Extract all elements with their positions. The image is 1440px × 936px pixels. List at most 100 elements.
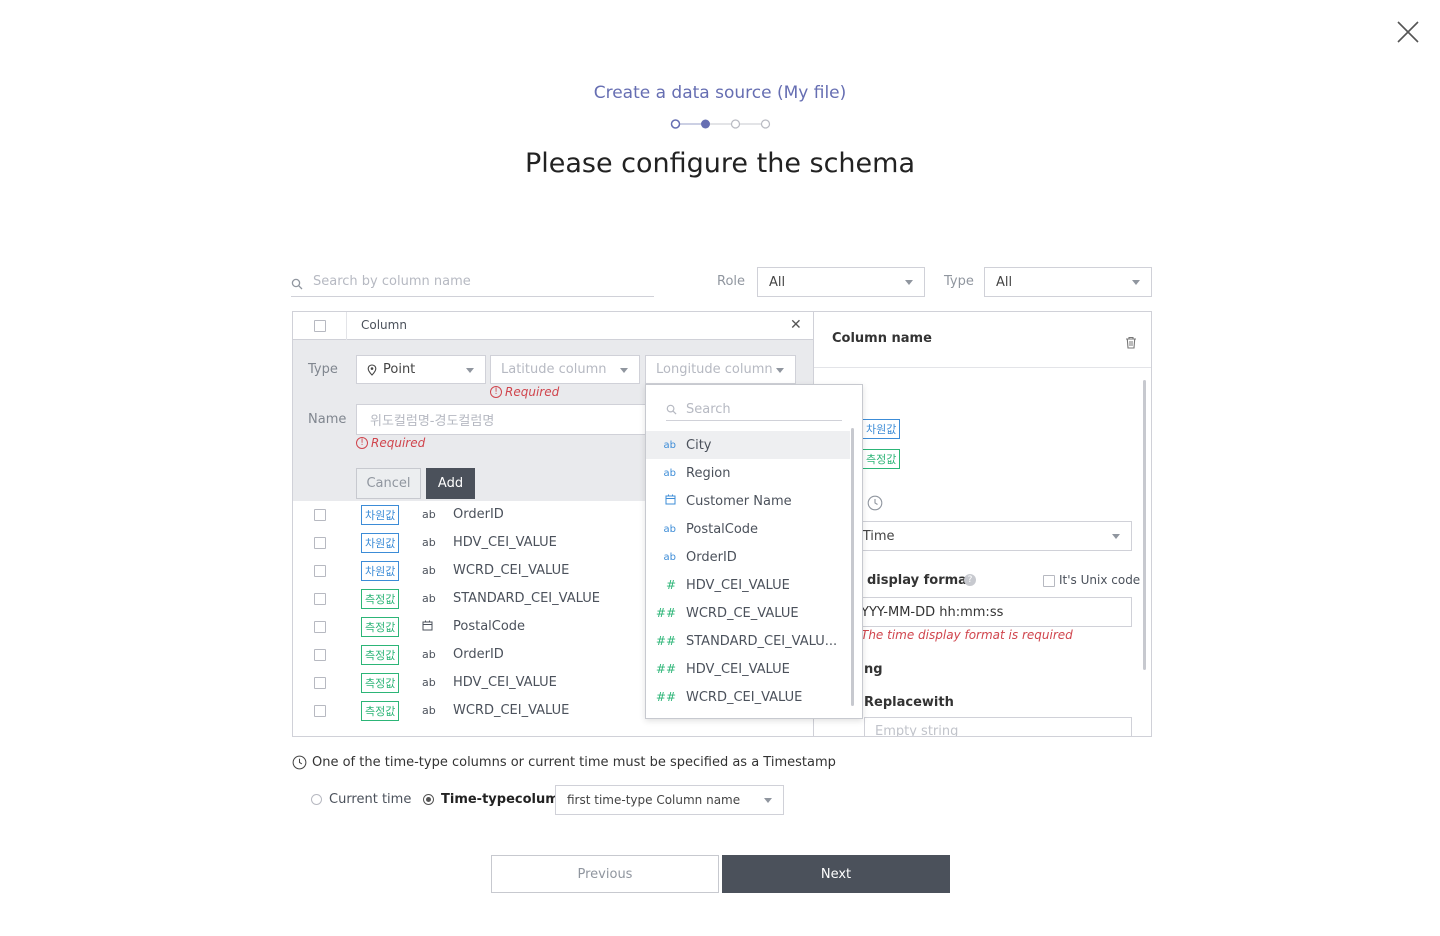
dropdown-item-label: City [686,437,712,453]
close-icon[interactable] [1394,18,1422,46]
time-column-select[interactable]: first time-type Column name [555,785,784,815]
dropdown-scrollbar[interactable] [851,428,854,706]
dropdown-item-label: OrderID [686,549,737,565]
measure-role-badge[interactable]: 측정값 [361,589,400,609]
format-input-value: YYY-MM-DD hh:mm:ss [861,604,1004,620]
timestamp-note: One of the time-type columns or current … [292,755,836,770]
dropdown-search-placeholder: Search [686,402,731,417]
calendar-icon [646,494,686,508]
dropdown-item[interactable]: ab OrderID [646,543,850,571]
alert-circle-icon: ! [356,437,368,449]
section-heading: ng [864,662,883,677]
dropdown-item[interactable]: ## WCRD_CEI_VALUE [646,683,850,711]
modal-title: Create a data source (My file) [593,83,847,103]
dimension-role-badge[interactable]: 차원값 [361,533,400,553]
dropdown-item-label: Region [686,465,731,481]
string-type-icon: ab [422,676,436,689]
current-time-radio[interactable] [311,794,322,805]
row-column-name: PostalCode [453,619,526,634]
string-type-icon: ab [663,523,676,535]
number-type-icon: ## [655,606,676,620]
dropdown-search[interactable]: Search [666,399,842,421]
editor-type-label: Type [308,362,338,377]
time-column-label: Time-typecolumn [441,792,569,807]
point-type-select[interactable]: Point [356,355,486,384]
time-column-radio[interactable] [423,794,434,805]
string-type-icon: ab [422,592,436,605]
column-name-input[interactable]: 위도컬럼명-경도컬럼명 [356,404,656,435]
latitude-column-placeholder: Latitude column [501,362,607,377]
dropdown-item[interactable]: # HDV_CEI_VALUE [646,571,850,599]
format-input[interactable]: YYY-MM-DD hh:mm:ss [844,597,1132,627]
unix-code-checkbox[interactable] [1043,575,1055,587]
dropdown-item[interactable]: ## WCRD_CE_VALUE [646,599,850,627]
dropdown-item[interactable]: Customer Name [646,487,850,515]
type-filter-select[interactable]: All [984,267,1152,297]
calendar-icon [422,620,433,634]
row-checkbox[interactable] [314,565,326,577]
clock-icon [292,755,307,770]
search-icon [291,275,303,290]
dropdown-item[interactable]: ab City [646,431,850,459]
row-checkbox[interactable] [314,593,326,605]
trash-icon[interactable] [1125,334,1137,353]
close-editor-icon[interactable]: ✕ [790,317,802,333]
clock-icon [867,495,883,515]
number-type-icon: ## [655,690,676,704]
row-checkbox[interactable] [314,649,326,661]
dropdown-item-label: WCRD_CE_VALUE [686,605,799,621]
time-type-select[interactable]: l Time [844,521,1132,551]
chevron-down-icon [466,367,474,373]
chevron-down-icon [776,367,784,373]
cancel-button[interactable]: Cancel [356,468,421,499]
string-type-icon: ab [422,536,436,549]
select-all-checkbox[interactable] [314,320,326,332]
measure-role-badge[interactable]: 측정값 [361,617,400,637]
dropdown-item[interactable]: ## STANDARD_CEI_VALU... [646,627,850,655]
row-checkbox[interactable] [314,537,326,549]
measure-role-badge[interactable]: 측정값 [361,701,400,721]
time-column-value: first time-type Column name [567,793,741,807]
row-column-name: OrderID [453,507,504,522]
chevron-down-icon [905,280,913,285]
role-filter-select[interactable]: All [757,267,925,297]
dropdown-item[interactable]: ab Region [646,459,850,487]
latitude-required-error: ! Required [490,385,559,399]
row-checkbox[interactable] [314,621,326,633]
replace-input[interactable]: Empty string [864,717,1132,736]
dimension-badge[interactable]: 차원값 [862,419,901,439]
measure-role-badge[interactable]: 측정값 [361,673,400,693]
row-column-name: STANDARD_CEI_VALUE [453,591,600,606]
dropdown-item[interactable]: ## HDV_CEI_VALUE [646,655,850,683]
dimension-role-badge[interactable]: 차원값 [361,505,400,525]
timestamp-note-text: One of the time-type columns or current … [312,755,836,770]
longitude-column-select[interactable]: Longitude column [645,355,796,384]
row-column-name: WCRD_CEI_VALUE [453,563,570,578]
measure-badge[interactable]: 측정값 [862,449,901,469]
next-button[interactable]: Next [722,855,950,893]
row-column-name: OrderID [453,647,504,662]
row-checkbox[interactable] [314,509,326,521]
column-search [291,267,654,297]
role-filter-value: All [769,274,786,290]
column-search-input[interactable] [313,267,643,295]
row-checkbox[interactable] [314,677,326,689]
previous-button[interactable]: Previous [491,855,719,893]
detail-scrollbar[interactable] [1143,380,1146,670]
string-type-icon: ab [663,439,676,451]
string-type-icon: ab [422,564,436,577]
dropdown-item[interactable]: ab PostalCode [646,515,850,543]
row-column-name: WCRD_CEI_VALUE [453,703,570,718]
role-filter-label: Role [717,274,746,289]
editor-name-label: Name [308,412,347,427]
dimension-role-badge[interactable]: 차원값 [361,561,400,581]
measure-role-badge[interactable]: 측정값 [361,645,400,665]
number-type-icon: # [665,578,676,592]
current-time-label: Current time [329,792,412,807]
longitude-dropdown: Search ab City ab Region Customer Name ab Post… [645,384,863,719]
detail-header: Column name [814,312,1151,368]
help-icon[interactable]: ? [964,574,976,586]
latitude-column-select[interactable]: Latitude column [490,355,640,384]
row-checkbox[interactable] [314,705,326,717]
add-button[interactable]: Add [426,468,475,499]
